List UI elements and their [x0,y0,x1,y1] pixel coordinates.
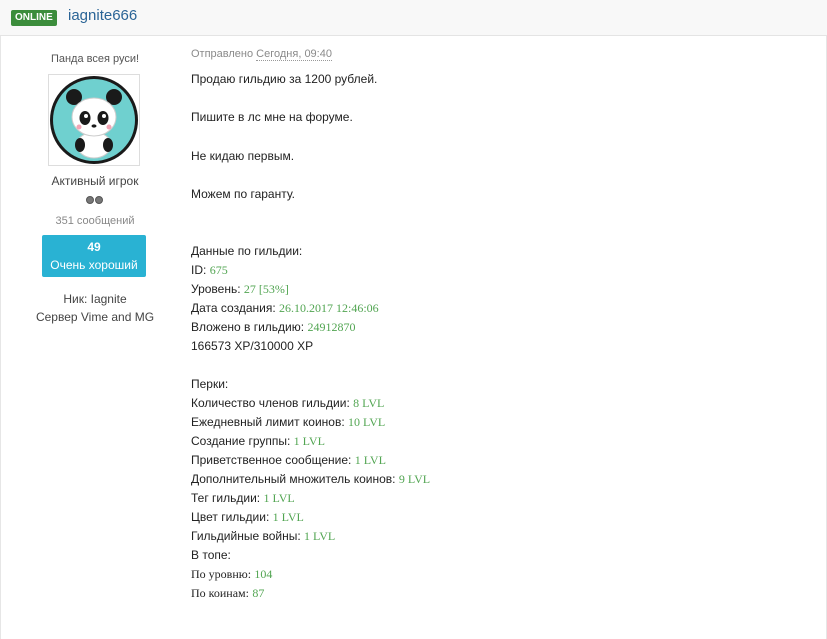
guild-level-label: Уровень: [191,282,241,296]
perk-value: 8 LVL [353,396,385,410]
perk-value: 9 LVL [398,472,431,486]
perk-item: Дополнительный множитель коинов: 9 LVL [191,471,430,487]
perk-label: Гильдийные войны: [191,529,301,543]
username-link[interactable]: iagnite666 [68,7,137,24]
top-label: По коинам: [191,586,249,600]
guild-xp: 166573 XP/310000 XP [191,339,314,353]
guild-invested-value: 24912870 [307,320,356,334]
perk-label: Тег гильдии: [191,491,261,505]
nick-field: Ник: Iagnite [63,292,127,306]
guild-id: ID: 675 [191,262,228,278]
perk-item: Гильдийные войны: 1 LVL [191,528,335,544]
perks-heading: Перки: [191,377,229,391]
perk-value: 1 LVL [354,453,386,467]
guild-invested-label: Вложено в гильдию: [191,320,305,334]
avatar[interactable] [48,74,140,166]
post-line-guarantor: Можем по гаранту. [191,187,295,201]
post-line-payment: Не кидаю первым. [191,149,295,163]
guild-level-close-bracket: ] [284,282,289,296]
guild-id-label: ID: [191,263,207,277]
reputation-value: 49 [87,240,101,254]
perk-label: Приветственное сообщение: [191,453,352,467]
top-value: 104 [254,567,273,581]
perk-item: Создание группы: 1 LVL [191,433,325,449]
guild-created: Дата создания: 26.10.2017 12:46:06 [191,300,379,316]
guild-id-value: 675 [209,263,228,277]
perk-value: 1 LVL [272,510,304,524]
custom-user-title: Панда всея руси! [50,53,140,65]
perk-label: Ежедневный лимит коинов: [191,415,345,429]
top-item: По уровню: 104 [191,566,272,582]
perk-item: Количество членов гильдии: 8 LVL [191,395,384,411]
perk-value: 1 LVL [263,491,295,505]
post-line-contact: Пишите в лс мне на форуме. [191,110,353,124]
message-count: 351 сообщений [55,215,135,227]
post-line-sale: Продаю гильдию за 1200 рублей. [191,72,378,86]
perk-label: Цвет гильдии: [191,510,270,524]
perk-label: Дополнительный множитель коинов: [191,472,396,486]
perk-item: Тег гильдии: 1 LVL [191,490,295,506]
post-header: ONLINE iagnite666 [0,0,827,36]
guild-created-label: Дата создания: [191,301,276,315]
post-frame-left-border [0,36,1,639]
guild-level-open-bracket: [ [255,282,263,296]
user-rank: Активный игрок [51,174,139,188]
guild-invested: Вложено в гильдию: 24912870 [191,319,355,335]
sent-label: Отправлено [191,48,254,60]
post-date-link[interactable]: Сегодня, 09:40 [256,48,332,61]
perk-label: Создание группы: [191,434,291,448]
top-label: По уровню: [191,567,252,581]
panda-avatar-icon [50,76,138,164]
perk-label: Количество членов гильдии: [191,396,350,410]
top-item: По коинам: 87 [191,585,264,601]
perk-value: 1 LVL [304,529,336,543]
reputation-badge[interactable]: 49 Очень хороший [42,235,146,277]
perk-item: Ежедневный лимит коинов: 10 LVL [191,414,385,430]
top-heading: В топе: [191,548,231,562]
rank-pips-icon [86,196,104,204]
guild-level-percent: 53% [262,282,285,296]
post-timestamp: Отправлено Сегодня, 09:40 [191,48,332,61]
guild-data-heading: Данные по гильдии: [191,244,303,258]
perk-item: Цвет гильдии: 1 LVL [191,509,304,525]
post-body: Отправлено Сегодня, 09:40 Продаю гильдию… [191,36,811,639]
guild-level-value: 27 [243,282,256,296]
perk-value: 10 LVL [348,415,386,429]
perk-value: 1 LVL [293,434,325,448]
perk-item: Приветственное сообщение: 1 LVL [191,452,386,468]
online-status-badge: ONLINE [11,10,57,26]
reputation-label: Очень хороший [50,258,138,272]
guild-level: Уровень: 27 [53%] [191,281,289,297]
author-sidebar: Панда всея руси! Активный игрок 351 сооб… [28,36,162,639]
top-value: 87 [252,586,265,600]
server-field: Сервер Vime and MG [35,310,155,324]
guild-created-value: 26.10.2017 12:46:06 [279,301,379,315]
